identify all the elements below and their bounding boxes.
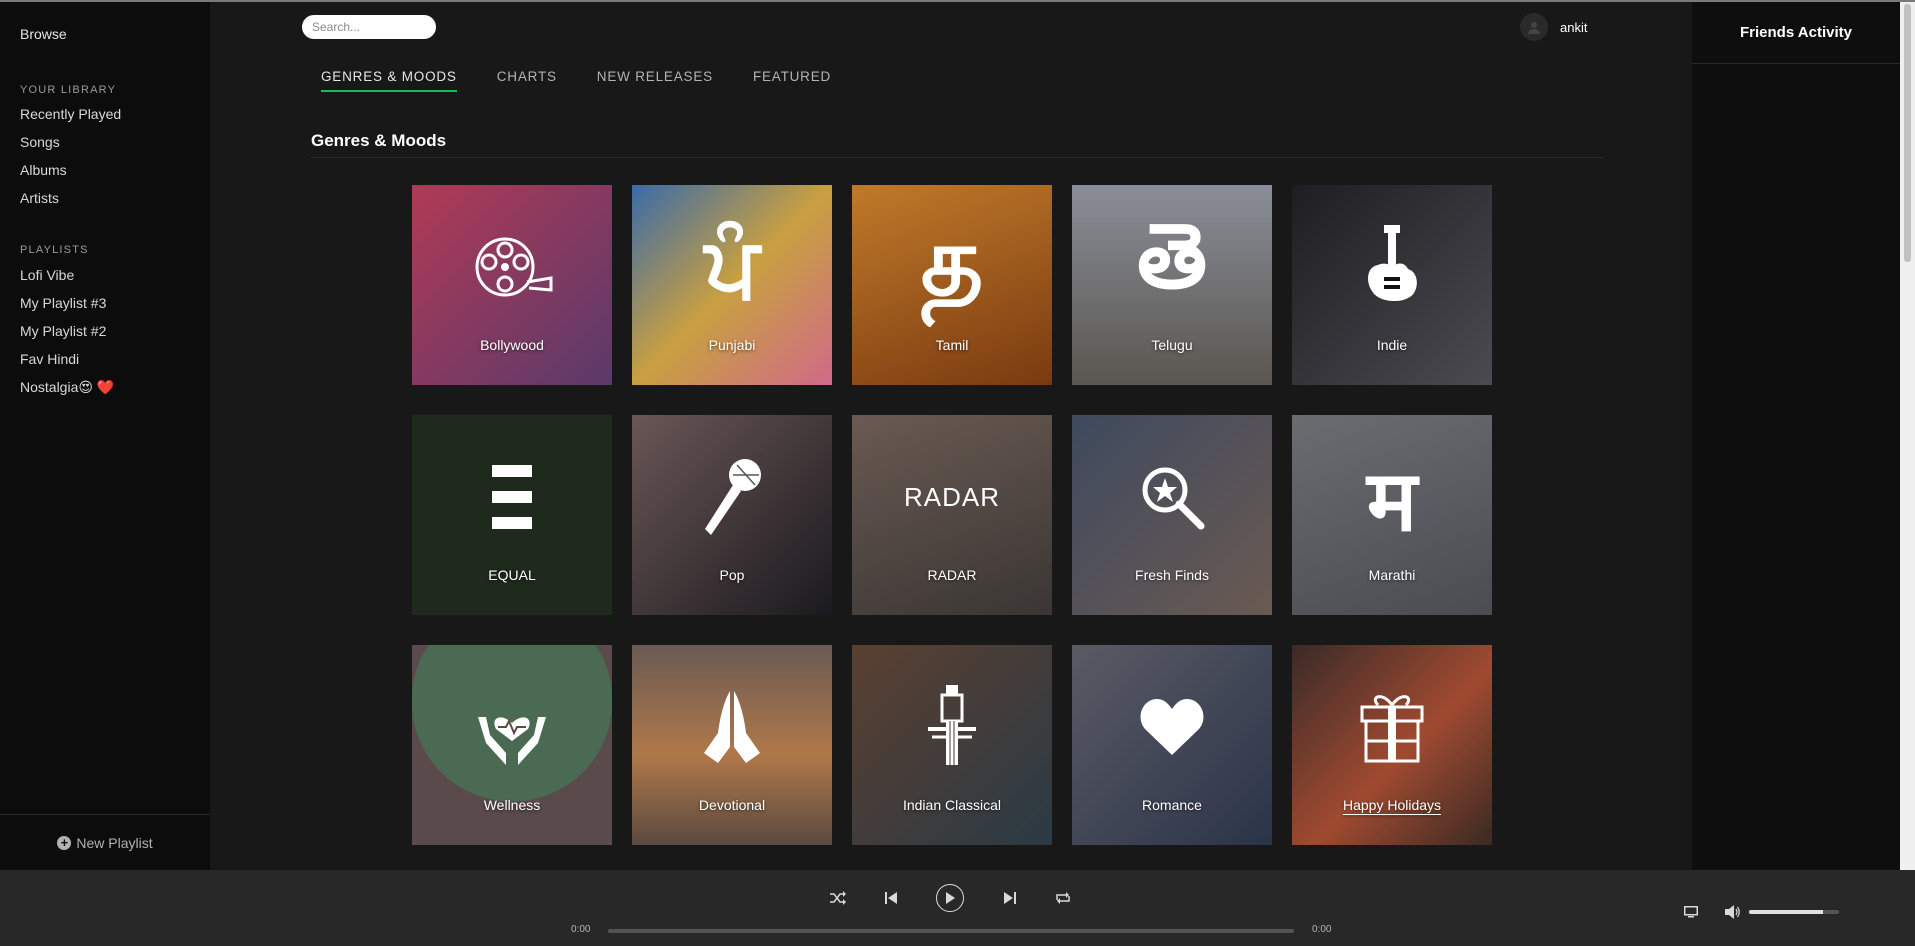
heart-hands-icon: [412, 677, 612, 777]
playlist-item[interactable]: My Playlist #3: [20, 295, 106, 311]
progress-bar[interactable]: [608, 929, 1294, 933]
library-section-title: YOUR LIBRARY: [20, 84, 117, 96]
tile-label: Devotional: [698, 797, 766, 813]
genre-tile-pop[interactable]: Pop: [632, 415, 832, 615]
volume-fill: [1749, 910, 1823, 914]
equal-bars-icon: [412, 447, 612, 547]
username: ankit: [1560, 19, 1588, 35]
repeat-icon: [1056, 892, 1070, 904]
sidebar-item-artists[interactable]: Artists: [20, 190, 59, 206]
genre-tile-radar[interactable]: RADAR RADAR: [852, 415, 1052, 615]
volume-slider[interactable]: [1749, 910, 1839, 914]
tile-label: Marathi: [1368, 567, 1416, 583]
devices-button[interactable]: [1682, 903, 1700, 921]
genre-tile-romance[interactable]: Romance: [1072, 645, 1272, 845]
sidebar-item-recently-played[interactable]: Recently Played: [20, 106, 121, 122]
tile-label: RADAR: [927, 567, 977, 583]
main-content: ankit GENRES & MOODS CHARTS NEW RELEASES…: [210, 2, 1692, 870]
user-menu[interactable]: ankit: [1520, 13, 1587, 41]
genre-tile-wellness[interactable]: Wellness: [412, 645, 612, 845]
user-icon: [1528, 22, 1540, 34]
avatar: [1520, 13, 1548, 41]
genre-tile-indie[interactable]: Indie: [1292, 185, 1492, 385]
shuffle-icon: [830, 891, 846, 905]
tile-label: Indian Classical: [902, 797, 1002, 813]
sidebar: Browse YOUR LIBRARY Recently Played Song…: [0, 2, 210, 870]
playlists-section-title: PLAYLISTS: [20, 244, 89, 256]
tamil-letter: த: [920, 204, 984, 317]
tab-genres-moods[interactable]: GENRES & MOODS: [321, 69, 457, 92]
page-title: Genres & Moods: [311, 131, 447, 150]
devanagari-letter: म: [1366, 451, 1418, 550]
praying-hands-icon: [632, 677, 832, 777]
genre-tile-indian-classical[interactable]: Indian Classical: [852, 645, 1052, 845]
tile-label: Indie: [1376, 337, 1408, 353]
genre-tile-telugu[interactable]: తె Telugu: [1072, 185, 1272, 385]
page-scrollbar[interactable]: [1900, 2, 1915, 870]
playlist-item[interactable]: Lofi Vibe: [20, 267, 74, 283]
sitar-icon: [852, 677, 1052, 777]
skip-back-icon: [885, 892, 897, 904]
tile-label: Happy Holidays: [1342, 797, 1442, 813]
volume-button[interactable]: [1724, 903, 1742, 921]
gift-icon: [1292, 677, 1492, 777]
shuffle-button[interactable]: [826, 886, 850, 910]
skip-forward-icon: [1004, 892, 1016, 904]
genre-tile-happy-holidays[interactable]: Happy Holidays: [1292, 645, 1492, 845]
next-button[interactable]: [998, 886, 1022, 910]
monitor-icon: [1684, 906, 1698, 918]
tile-label: Pop: [719, 567, 745, 583]
playlist-item[interactable]: My Playlist #2: [20, 323, 106, 339]
film-reel-icon: [412, 217, 612, 317]
tile-label: Fresh Finds: [1135, 567, 1209, 583]
total-time: 0:00: [1312, 924, 1332, 935]
electric-guitar-icon: [1292, 217, 1492, 317]
sidebar-item-albums[interactable]: Albums: [20, 162, 67, 178]
tab-featured[interactable]: FEATURED: [753, 69, 831, 92]
playlist-item[interactable]: Fav Hindi: [20, 351, 79, 367]
tile-label: Romance: [1142, 797, 1202, 813]
friends-activity-title: Friends Activity: [1692, 2, 1900, 64]
sidebar-item-browse[interactable]: Browse: [20, 26, 67, 42]
repeat-button[interactable]: [1051, 886, 1075, 910]
tab-bar: GENRES & MOODS CHARTS NEW RELEASES FEATU…: [321, 69, 871, 92]
tile-label: Tamil: [935, 337, 969, 353]
star-magnifier-icon: [1072, 447, 1272, 547]
microphone-icon: [632, 447, 832, 547]
playlist-item[interactable]: Nostalgia😍 ❤️: [20, 379, 114, 396]
tile-label: Telugu: [1151, 337, 1193, 353]
divider: [311, 157, 1603, 158]
previous-button[interactable]: [879, 886, 903, 910]
new-playlist-label: New Playlist: [76, 834, 153, 851]
radar-wordmark: RADAR: [903, 481, 1000, 512]
genre-tile-punjabi[interactable]: ਪੰ Punjabi: [632, 185, 832, 385]
tab-new-releases[interactable]: NEW RELEASES: [597, 69, 713, 92]
tile-label: Wellness: [483, 797, 541, 813]
volume-icon: [1725, 905, 1740, 919]
tab-charts[interactable]: CHARTS: [497, 69, 557, 92]
genre-tile-bollywood[interactable]: Bollywood: [412, 185, 612, 385]
telugu-letter: తె: [1136, 203, 1208, 309]
tile-label: Bollywood: [480, 337, 544, 353]
genre-tile-equal[interactable]: EQUAL: [412, 415, 612, 615]
current-time: 0:00: [571, 924, 591, 935]
scrollbar-thumb[interactable]: [1904, 4, 1911, 262]
gurmukhi-letter: ਪੰ: [704, 217, 760, 316]
tile-label: EQUAL: [488, 567, 536, 583]
genre-tile-devotional[interactable]: Devotional: [632, 645, 832, 845]
genre-tile-fresh-finds[interactable]: Fresh Finds: [1072, 415, 1272, 615]
new-playlist-button[interactable]: + New Playlist: [0, 814, 210, 870]
search-input[interactable]: [302, 15, 436, 39]
plus-circle-icon: +: [57, 835, 72, 850]
player-bar: 0:00 0:00: [0, 870, 1915, 946]
play-icon: [946, 892, 955, 904]
friends-activity-panel: Friends Activity: [1692, 2, 1900, 870]
heart-icon: [1072, 677, 1272, 777]
genre-tile-marathi[interactable]: म Marathi: [1292, 415, 1492, 615]
genre-tile-tamil[interactable]: த Tamil: [852, 185, 1052, 385]
sidebar-item-songs[interactable]: Songs: [20, 134, 60, 150]
tile-label: Punjabi: [708, 337, 756, 353]
play-button[interactable]: [936, 884, 964, 912]
